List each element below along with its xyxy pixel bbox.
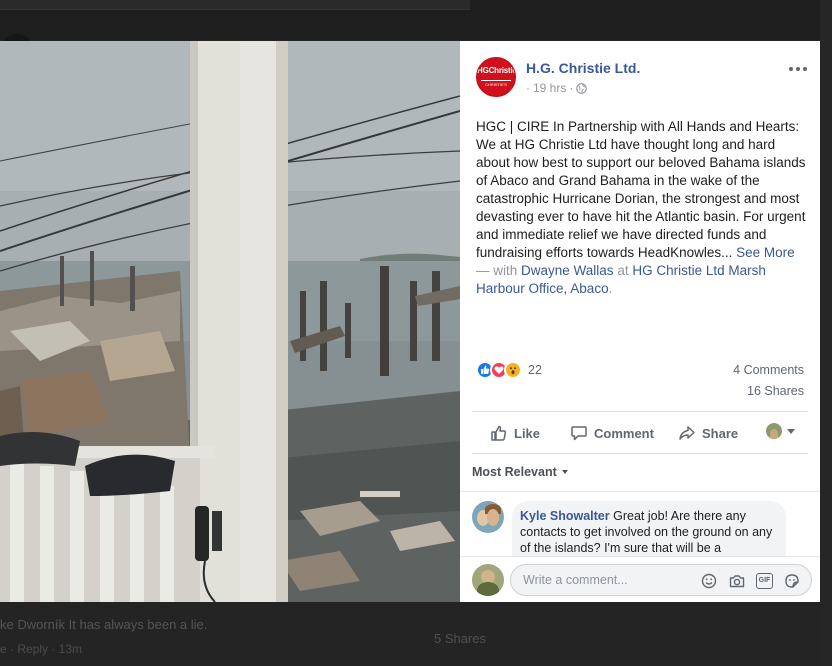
sort-label: Most Relevant	[472, 465, 557, 479]
reactions-summary[interactable]: 22	[476, 361, 542, 379]
post-body: We at HG Christie Ltd have thought long …	[476, 137, 806, 260]
share-button[interactable]: Share	[678, 424, 738, 442]
comment-composer: GIF	[460, 556, 820, 602]
viewer-avatar	[766, 423, 782, 439]
post-meta: · 19 hrs ·	[526, 81, 588, 95]
thumbs-up-icon	[491, 425, 507, 441]
share-arrow-icon	[679, 426, 695, 440]
emoji-icon[interactable]	[700, 572, 718, 590]
see-more-link[interactable]: See More	[736, 245, 795, 260]
gif-icon[interactable]: GIF	[756, 573, 773, 589]
user-avatar	[472, 564, 504, 596]
caret-down-icon	[561, 470, 568, 474]
background-top-bar	[0, 0, 832, 40]
comment-bubble: Kyle Showalter Great job! Are there any …	[512, 501, 786, 561]
post-panel: HGChristie CHRISTIE'S H.G. Christie Ltd.…	[460, 41, 820, 602]
chevron-down-icon	[787, 428, 795, 434]
comment-button[interactable]: Comment	[570, 424, 654, 442]
post-text: HGC | CIRE In Partnership with All Hands…	[476, 119, 806, 296]
camera-icon[interactable]	[728, 572, 746, 590]
share-label: Share	[702, 425, 739, 441]
comment-bubble-icon	[571, 426, 587, 441]
comment-input[interactable]	[523, 565, 693, 595]
tagged-person-link[interactable]: Dwayne Wallas	[521, 263, 614, 278]
action-bar: Like Comment Share	[472, 411, 808, 454]
post-photo[interactable]	[0, 41, 460, 602]
shares-count[interactable]: 16 Shares	[747, 384, 804, 398]
like-label: Like	[514, 425, 541, 441]
post-as-selector[interactable]	[766, 423, 795, 439]
comment-item: Kyle Showalter Great job! Are there any …	[472, 501, 808, 561]
wow-reaction-icon	[504, 361, 522, 379]
comment-sort-dropdown[interactable]: Most Relevant	[472, 465, 568, 479]
post-heading: HGC | CIRE In Partnership with All Hands…	[476, 119, 800, 134]
more-options-icon[interactable]	[786, 61, 810, 77]
background-shares: 5 Shares	[434, 631, 487, 646]
page-name[interactable]: H.G. Christie Ltd.	[526, 60, 640, 76]
background-comment-text: ke Dworník It has always been a lie.	[0, 617, 208, 632]
page-logo[interactable]: HGChristie CHRISTIE'S	[476, 57, 516, 97]
comment-author[interactable]: Kyle Showalter	[520, 509, 610, 523]
sticker-icon[interactable]	[783, 572, 801, 590]
post-header: HGChristie CHRISTIE'S H.G. Christie Ltd.…	[476, 57, 807, 101]
comments-count[interactable]: 4 Comments	[733, 363, 804, 377]
post-time[interactable]: 19 hrs	[533, 81, 566, 95]
commenter-avatar[interactable]	[472, 501, 504, 533]
composer-icons: GIF	[700, 572, 801, 590]
comment-input-box[interactable]: GIF	[510, 564, 812, 596]
reaction-count: 22	[528, 363, 542, 377]
at-prefix: at	[617, 263, 629, 278]
background-comment-meta: e · Reply · 13m	[0, 642, 83, 656]
globe-icon	[576, 82, 588, 94]
comment-label: Comment	[594, 425, 654, 441]
with-prefix: — with	[476, 263, 518, 278]
like-button[interactable]: Like	[490, 424, 540, 442]
